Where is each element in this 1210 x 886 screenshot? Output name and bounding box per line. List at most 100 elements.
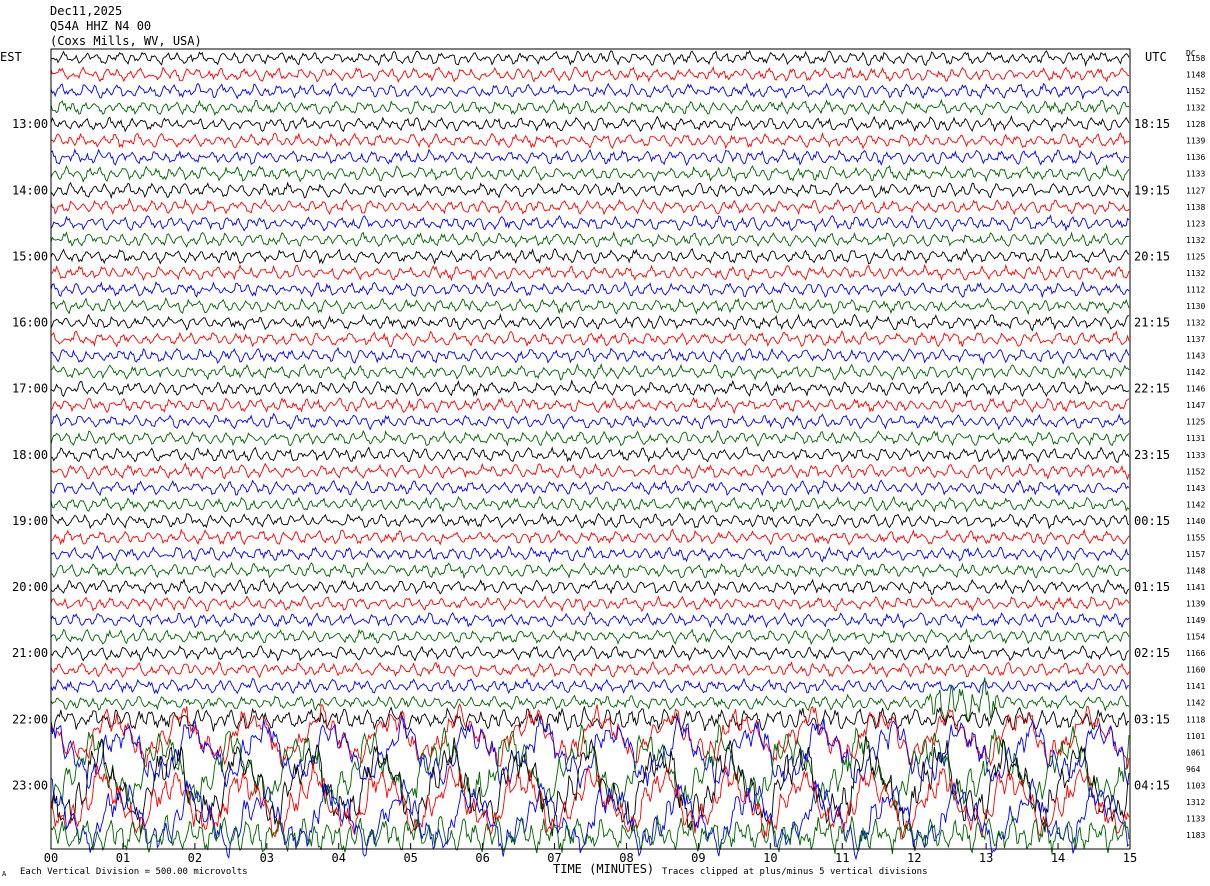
left-hour-label-0: 13:00 — [12, 117, 48, 131]
dc-offset-label-44: 1103 — [1186, 781, 1205, 790]
left-hour-label-10: 23:00 — [12, 778, 48, 792]
dc-offset-label-35: 1154 — [1186, 633, 1205, 642]
dc-offset-label-43: 964 — [1186, 765, 1201, 774]
trace-line-21 — [50, 396, 1130, 415]
trace-line-41 — [50, 702, 1130, 769]
trace-line-18 — [50, 346, 1130, 365]
dc-offset-label-26: 1143 — [1186, 484, 1205, 493]
dc-offset-label-39: 1142 — [1186, 699, 1205, 708]
trace-line-46 — [50, 777, 1130, 861]
dc-offset-label-38: 1141 — [1186, 682, 1205, 691]
dc-offset-label-22: 1125 — [1186, 418, 1205, 427]
dc-offset-label-34: 1149 — [1186, 616, 1205, 625]
dc-offset-label-20: 1146 — [1186, 385, 1205, 394]
clip-note: Traces clipped at plus/minus 5 vertical … — [662, 867, 928, 877]
left-hour-label-3: 16:00 — [12, 316, 48, 330]
dc-offset-label-46: 1133 — [1186, 814, 1205, 823]
trace-group — [50, 49, 1130, 861]
dc-offset-label-29: 1155 — [1186, 533, 1205, 542]
left-hour-label-2: 15:00 — [12, 249, 48, 263]
dc-offset-label-10: 1123 — [1186, 219, 1205, 228]
x-tick-label-0: 00 — [44, 851, 58, 865]
right-hour-label-9: 03:15 — [1134, 712, 1170, 726]
x-tick-label-15: 15 — [1123, 851, 1137, 865]
footer-mark: A — [2, 870, 7, 878]
x-tick-label-3: 03 — [260, 851, 274, 865]
dc-offset-label-2: 1152 — [1186, 87, 1205, 96]
trace-line-3 — [50, 98, 1130, 116]
trace-line-8 — [50, 181, 1130, 200]
trace-line-19 — [50, 362, 1130, 382]
trace-line-36 — [50, 643, 1130, 663]
dc-offset-label-11: 1132 — [1186, 236, 1205, 245]
dc-offset-label-33: 1139 — [1186, 600, 1205, 609]
trace-line-9 — [50, 197, 1130, 216]
trace-line-24 — [50, 446, 1130, 464]
x-tick-label-14: 14 — [1051, 851, 1065, 865]
dc-offset-label-24: 1133 — [1186, 451, 1205, 460]
dc-offset-label-0: 1158 — [1186, 54, 1205, 63]
right-hour-label-7: 01:15 — [1134, 580, 1170, 594]
dc-offset-label-45: 1312 — [1186, 798, 1205, 807]
x-tick-label-1: 01 — [116, 851, 130, 865]
dc-offset-label-14: 1112 — [1186, 285, 1205, 294]
trace-line-33 — [50, 595, 1130, 613]
trace-line-31 — [50, 561, 1130, 580]
right-hour-label-8: 02:15 — [1134, 646, 1170, 660]
trace-line-5 — [50, 132, 1130, 150]
dc-offset-label-13: 1132 — [1186, 269, 1205, 278]
trace-line-15 — [50, 296, 1130, 316]
left-hour-label-8: 21:00 — [12, 646, 48, 660]
dc-offset-label-47: 1183 — [1186, 831, 1205, 840]
dc-offset-label-27: 1142 — [1186, 500, 1205, 509]
dc-offset-label-30: 1157 — [1186, 550, 1205, 559]
x-tick-label-6: 06 — [475, 851, 489, 865]
dc-offset-label-15: 1130 — [1186, 302, 1205, 311]
trace-line-17 — [50, 330, 1130, 348]
right-hour-label-1: 19:15 — [1134, 183, 1170, 197]
trace-line-32 — [50, 578, 1130, 596]
dc-offset-label-6: 1136 — [1186, 153, 1205, 162]
dc-offset-label-25: 1152 — [1186, 467, 1205, 476]
dc-offset-label-41: 1101 — [1186, 732, 1205, 741]
trace-line-4 — [50, 114, 1130, 133]
right-hour-label-4: 22:15 — [1134, 382, 1170, 396]
x-tick-label-11: 11 — [835, 851, 849, 865]
x-tick-label-10: 10 — [763, 851, 777, 865]
trace-line-23 — [50, 429, 1130, 448]
dc-offset-label-40: 1118 — [1186, 715, 1205, 724]
dc-offset-label-23: 1131 — [1186, 434, 1205, 443]
trace-line-35 — [50, 627, 1130, 646]
dc-offset-label-21: 1147 — [1186, 401, 1205, 410]
trace-line-2 — [50, 82, 1130, 101]
dc-offset-label-18: 1143 — [1186, 352, 1205, 361]
trace-line-11 — [50, 231, 1130, 249]
right-hour-label-0: 18:15 — [1134, 117, 1170, 131]
dc-offset-label-36: 1166 — [1186, 649, 1205, 658]
dc-offset-label-42: 1061 — [1186, 748, 1205, 757]
left-hour-label-6: 19:00 — [12, 514, 48, 528]
x-tick-label-9: 09 — [691, 851, 705, 865]
right-hour-label-10: 04:15 — [1134, 778, 1170, 792]
trace-line-20 — [50, 379, 1130, 399]
trace-line-27 — [50, 495, 1130, 513]
trace-line-12 — [50, 247, 1130, 265]
helicorder-plot: 1158 1148 1152 1132 1128 1139 1136 1133 1127 1138… — [12, 48, 1205, 865]
trace-line-39 — [50, 677, 1130, 723]
right-hour-label-3: 21:15 — [1134, 316, 1170, 330]
dc-offset-label-12: 1125 — [1186, 252, 1205, 261]
dc-offset-label-5: 1139 — [1186, 137, 1205, 146]
x-tick-label-4: 04 — [332, 851, 346, 865]
trace-line-38 — [50, 677, 1130, 695]
dc-offset-label-32: 1141 — [1186, 583, 1205, 592]
right-hour-label-5: 23:15 — [1134, 448, 1170, 462]
x-tick-label-13: 13 — [979, 851, 993, 865]
dc-offset-label-19: 1142 — [1186, 368, 1205, 377]
dc-offset-label-3: 1132 — [1186, 104, 1205, 113]
trace-line-16 — [50, 313, 1130, 332]
trace-line-28 — [50, 512, 1130, 530]
x-axis-label: TIME (MINUTES) — [553, 862, 655, 876]
trace-line-30 — [50, 544, 1130, 564]
trace-line-34 — [50, 611, 1130, 629]
right-hour-label-6: 00:15 — [1134, 514, 1170, 528]
